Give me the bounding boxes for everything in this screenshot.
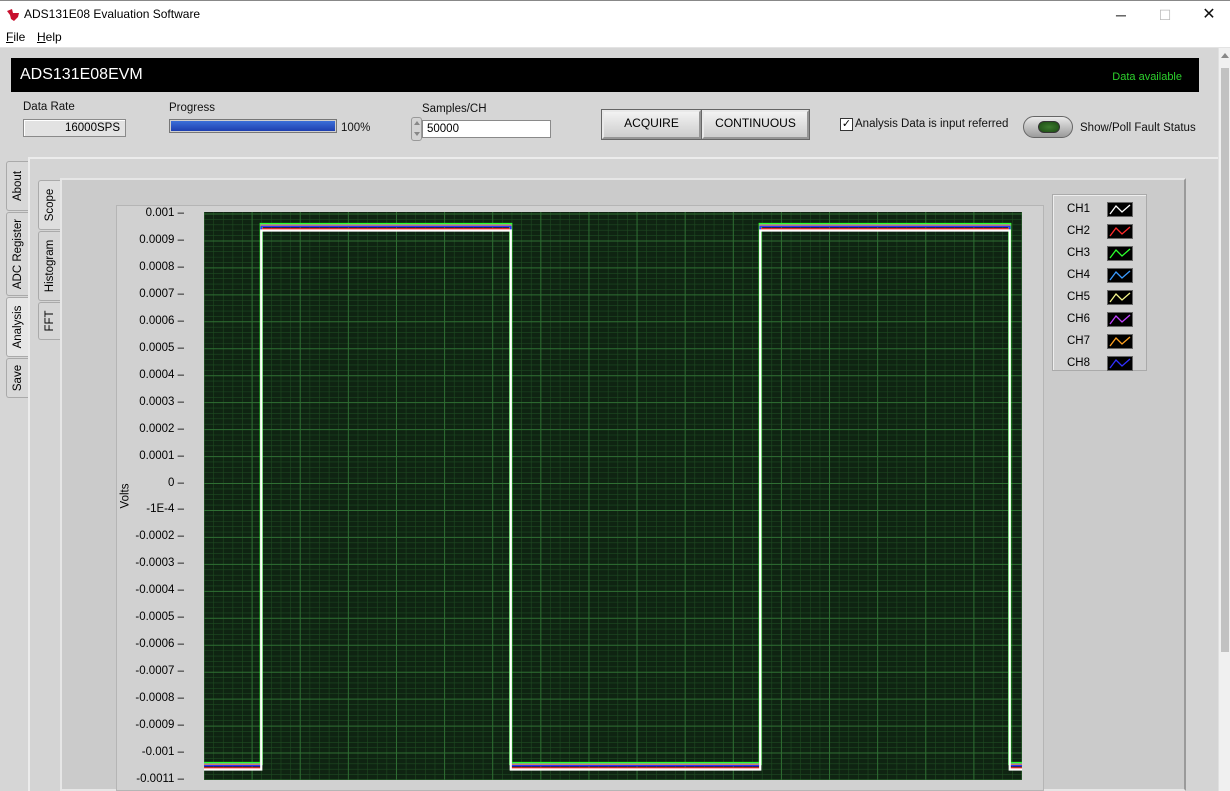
legend-item-ch1[interactable]: CH1 — [1053, 199, 1148, 221]
decrement-icon[interactable] — [414, 132, 420, 136]
legend-item-ch5[interactable]: CH5 — [1053, 287, 1148, 309]
fault-status-toggle[interactable] — [1023, 116, 1073, 138]
tab-analysis-label: Analysis — [11, 305, 24, 349]
y-tick-label: 0.0009 – — [139, 233, 184, 246]
data-rate-label: Data Rate — [23, 101, 75, 113]
y-tick-label: 0.0001 – — [139, 449, 184, 462]
y-tick-label: -0.0006 – — [135, 638, 184, 651]
tab-fft-label: FFT — [43, 310, 56, 332]
tab-fft[interactable]: FFT — [38, 302, 60, 340]
increment-icon[interactable] — [414, 121, 420, 125]
y-tick-label: 0.0007 – — [139, 287, 184, 300]
tab-about[interactable]: About — [6, 161, 28, 211]
samples-input[interactable]: 50000 — [422, 120, 551, 138]
fault-status-label: Show/Poll Fault Status — [1080, 122, 1196, 134]
tab-scope-label: Scope — [43, 188, 56, 222]
tab-adc-register[interactable]: ADC Register — [6, 212, 28, 296]
legend-item-ch4[interactable]: CH4 — [1053, 265, 1148, 287]
legend-label: CH6 — [1067, 313, 1091, 325]
acquire-button[interactable]: ACQUIRE — [601, 109, 702, 140]
y-tick-label: -0.0005 – — [135, 611, 184, 624]
menu-help[interactable]: Help — [37, 30, 62, 44]
progress-bar — [169, 119, 337, 133]
y-tick-label: 0.0005 – — [139, 341, 184, 354]
tab-save[interactable]: Save — [6, 358, 28, 398]
tab-about-label: About — [11, 170, 24, 202]
legend-swatch-icon — [1107, 312, 1133, 327]
menu-file[interactable]: File — [6, 30, 25, 44]
legend-label: CH2 — [1067, 225, 1091, 237]
legend-swatch-icon — [1107, 224, 1133, 239]
data-rate-indicator: 16000SPS — [23, 119, 126, 137]
samples-stepper[interactable] — [411, 117, 422, 141]
y-tick-label: 0.0002 – — [139, 422, 184, 435]
maximize-button[interactable]: ☐ — [1142, 1, 1188, 29]
tab-scope[interactable]: Scope — [38, 180, 60, 230]
legend-label: CH5 — [1067, 291, 1091, 303]
legend-label: CH3 — [1067, 247, 1091, 259]
vertical-scrollbar[interactable] — [1218, 48, 1230, 791]
progress-percent: 100% — [341, 122, 371, 134]
continuous-button[interactable]: CONTINUOUS — [701, 109, 810, 140]
scrollbar-thumb[interactable] — [1221, 68, 1229, 652]
data-status: Data available — [1112, 71, 1182, 83]
tab-save-label: Save — [11, 364, 24, 392]
y-tick-label: 0.0008 – — [139, 260, 184, 273]
tab-histogram-label: Histogram — [43, 239, 56, 293]
y-tick-label: -0.0009 – — [135, 719, 184, 732]
y-tick-label: -0.0011 – — [136, 773, 184, 785]
legend-swatch-icon — [1107, 246, 1133, 261]
legend-label: CH4 — [1067, 269, 1091, 281]
tab-analysis[interactable]: Analysis — [6, 297, 28, 357]
samples-label: Samples/CH — [422, 103, 487, 115]
y-tick-label: 0.001 – — [145, 207, 184, 219]
legend-item-ch7[interactable]: CH7 — [1053, 331, 1148, 353]
progress-fill — [171, 121, 335, 131]
y-tick-label: -0.0002 – — [135, 530, 184, 543]
tab-histogram[interactable]: Histogram — [38, 231, 60, 301]
minimize-button[interactable]: ─ — [1098, 1, 1144, 29]
legend-swatch-icon — [1107, 290, 1133, 305]
device-name: ADS131E08EVM — [20, 66, 143, 83]
tab-adc-register-label: ADC Register — [11, 218, 24, 290]
legend-label: CH8 — [1067, 357, 1091, 369]
plot-legend: CH1 CH2 CH3 CH4 CH5 CH6 CH7 CH8 — [1052, 194, 1147, 371]
legend-swatch-icon — [1107, 202, 1133, 217]
close-button[interactable]: ✕ — [1186, 1, 1230, 29]
window-title: ADS131E08 Evaluation Software — [24, 7, 201, 21]
y-tick-label: -0.001 – — [141, 746, 184, 759]
y-tick-label: -0.0003 – — [135, 557, 184, 570]
title-bar: ADS131E08 Evaluation Software ─ ☐ ✕ — [0, 0, 1230, 28]
y-tick-label: 0.0003 – — [139, 395, 184, 408]
led-indicator — [1038, 121, 1060, 133]
input-referred-label: Analysis Data is input referred — [855, 118, 1009, 130]
y-axis-label: Volts — [119, 483, 132, 509]
legend-label: CH1 — [1067, 203, 1091, 215]
legend-item-ch3[interactable]: CH3 — [1053, 243, 1148, 265]
y-tick-label: 0.0006 – — [139, 314, 184, 327]
scroll-up-icon[interactable] — [1221, 53, 1229, 58]
legend-item-ch6[interactable]: CH6 — [1053, 309, 1148, 331]
y-tick-label: 0.0004 – — [139, 368, 184, 381]
y-tick-label: -0.0008 – — [135, 692, 184, 705]
legend-swatch-icon — [1107, 356, 1133, 371]
menu-bar: File Help — [0, 28, 1230, 48]
legend-item-ch2[interactable]: CH2 — [1053, 221, 1148, 243]
input-referred-checkbox[interactable]: ✓ — [840, 118, 853, 131]
plot-background — [204, 212, 1022, 780]
device-header: ADS131E08EVM Data available — [11, 58, 1199, 92]
legend-swatch-icon — [1107, 268, 1133, 283]
y-tick-label: -0.0007 – — [135, 665, 184, 678]
ti-logo-icon — [7, 9, 19, 21]
y-tick-label: -0.0004 – — [135, 584, 184, 597]
legend-item-ch8[interactable]: CH8 — [1053, 353, 1148, 375]
legend-swatch-icon — [1107, 334, 1133, 349]
legend-label: CH7 — [1067, 335, 1091, 347]
scope-plot[interactable] — [204, 212, 1022, 780]
progress-label: Progress — [169, 102, 216, 114]
